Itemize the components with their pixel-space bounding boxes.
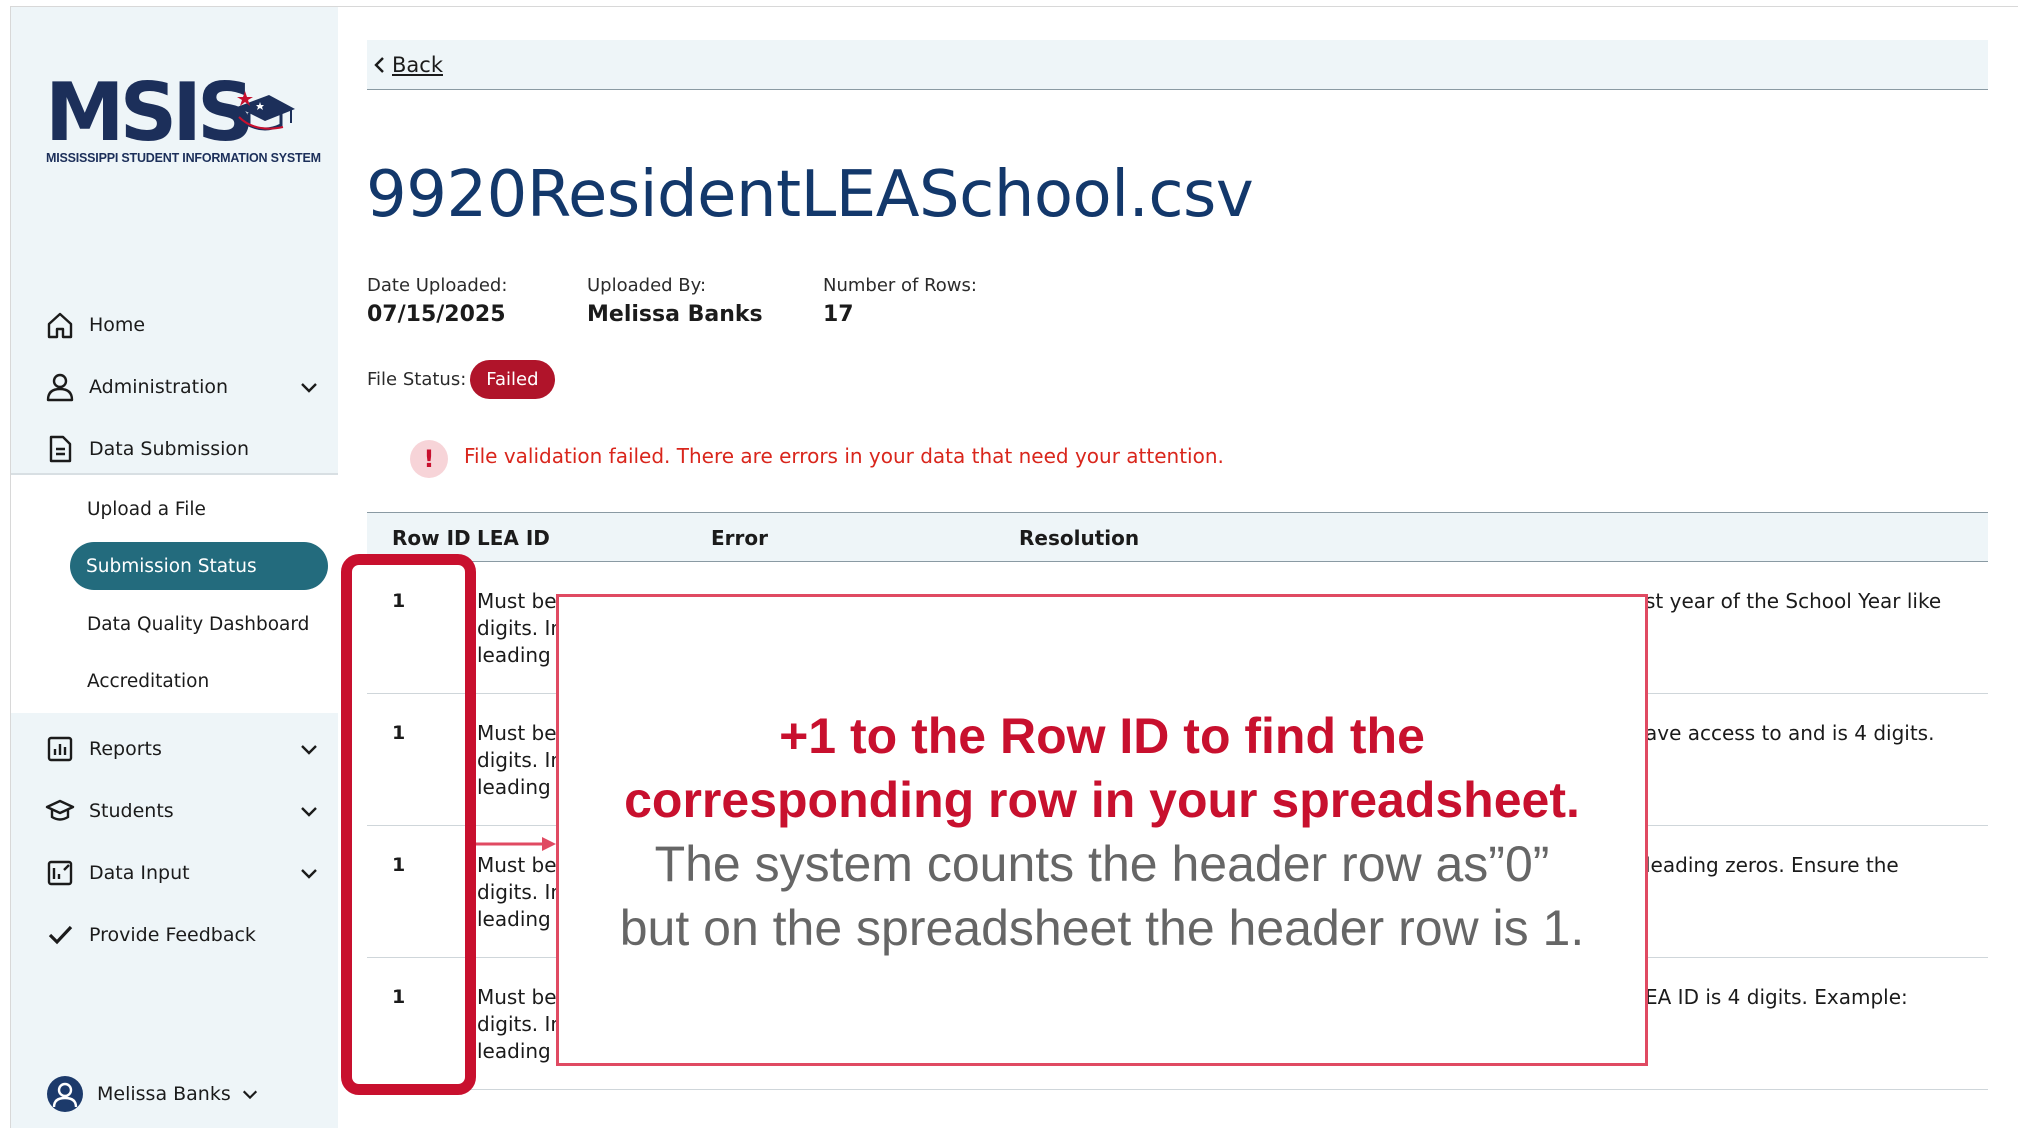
- lea-id-cell: Must be digits. In leading: [477, 852, 557, 933]
- resolution-cell: leading zeros. Ensure the: [1645, 853, 1899, 877]
- logo-wordmark: MSIS: [45, 66, 255, 159]
- meta-uploaded-by: Uploaded By: Melissa Banks: [587, 275, 763, 327]
- column-header-resolution[interactable]: Resolution: [1019, 526, 1139, 550]
- back-bar: Back: [367, 40, 1988, 90]
- person-icon: [46, 373, 74, 402]
- annotation-callout: +1 to the Row ID to find the correspondi…: [556, 594, 1648, 1066]
- cell-text: Must be: [477, 721, 557, 745]
- sidebar-item-label: Students: [89, 800, 174, 822]
- bar-chart-icon: [47, 736, 73, 762]
- checkmark-icon: [48, 925, 73, 945]
- sidebar-subitem-accreditation[interactable]: Accreditation: [71, 657, 209, 705]
- cell-text: digits. In: [477, 748, 557, 772]
- chevron-down-icon[interactable]: [299, 801, 319, 821]
- meta-value: 07/15/2025: [367, 302, 506, 327]
- meta-value: 17: [823, 302, 854, 327]
- column-header-lea-id[interactable]: LEA ID: [477, 526, 550, 550]
- lea-id-cell: Must be digits. In leading: [477, 984, 557, 1065]
- sidebar-subitem-upload-file[interactable]: Upload a File: [71, 485, 206, 533]
- sidebar-item-label: Reports: [89, 738, 162, 760]
- lea-id-cell: Must be digits. In leading: [477, 720, 557, 801]
- sidebar-item-data-input[interactable]: Data Input: [11, 847, 338, 899]
- resolution-cell: st year of the School Year like: [1645, 589, 1942, 613]
- home-icon: [47, 312, 73, 339]
- meta-date-uploaded: Date Uploaded: 07/15/2025: [367, 275, 507, 327]
- cell-text: digits. In: [477, 880, 557, 904]
- meta-label: Uploaded By:: [587, 275, 707, 296]
- sidebar-item-home[interactable]: Home: [11, 299, 338, 351]
- sidebar-item-label: Administration: [89, 376, 229, 398]
- avatar: [47, 1076, 83, 1112]
- user-avatar-icon: [52, 1082, 78, 1108]
- cell-text: leading: [477, 775, 551, 799]
- cell-text: Must be: [477, 985, 557, 1009]
- data-submission-submenu: Upload a File Submission Status Data Qua…: [11, 473, 338, 713]
- cell-text: leading: [477, 907, 551, 931]
- graduation-cap-icon: [45, 799, 75, 821]
- msis-logo[interactable]: MSIS MISSISSIPPI STUDENT INFORMATION SYS…: [45, 66, 321, 173]
- meta-value: Melissa Banks: [587, 302, 763, 327]
- cell-text: Must be: [477, 589, 557, 613]
- sidebar-subitem-submission-status[interactable]: Submission Status: [70, 542, 328, 590]
- sidebar-item-students[interactable]: Students: [11, 785, 338, 837]
- document-icon: [49, 435, 72, 463]
- meta-label: Number of Rows:: [823, 275, 977, 296]
- sidebar-item-label: Home: [89, 314, 146, 336]
- sidebar-item-administration[interactable]: Administration: [11, 361, 338, 413]
- sidebar-subitem-label: Accreditation: [87, 670, 210, 692]
- file-status-label: File Status:: [367, 369, 467, 390]
- graduation-cap-logo-icon: [237, 91, 295, 131]
- chevron-left-icon: [374, 56, 384, 73]
- sidebar-item-label: Provide Feedback: [89, 924, 256, 946]
- chevron-down-icon[interactable]: [241, 1085, 259, 1103]
- lea-id-cell: Must be digits. In leading: [477, 588, 557, 669]
- back-link-label: Back: [392, 52, 443, 77]
- chevron-down-icon[interactable]: [299, 739, 319, 759]
- meta-label: Date Uploaded:: [367, 275, 508, 296]
- exclamation-icon: !: [410, 440, 448, 478]
- sidebar-subitem-data-quality-dashboard[interactable]: Data Quality Dashboard: [71, 600, 309, 648]
- user-name: Melissa Banks: [97, 1083, 231, 1105]
- sidebar-subitem-label: Submission Status: [86, 555, 257, 577]
- sidebar-item-reports[interactable]: Reports: [11, 723, 338, 775]
- page-title: 9920ResidentLEASchool.csv: [366, 158, 1254, 232]
- row-id-highlight-box: [341, 554, 476, 1095]
- alert-message: File validation failed. There are errors…: [464, 444, 1224, 468]
- callout-line: but on the spreadsheet the header row is…: [619, 900, 1585, 956]
- cell-text: digits. In: [477, 1012, 557, 1036]
- resolution-cell: ave access to and is 4 digits.: [1645, 721, 1935, 745]
- table-header: Row ID LEA ID Error Resolution: [367, 512, 1988, 562]
- chevron-down-icon[interactable]: [299, 377, 319, 397]
- back-link[interactable]: Back: [370, 53, 443, 77]
- sidebar-item-provide-feedback[interactable]: Provide Feedback: [11, 909, 338, 961]
- sidebar: MSIS MISSISSIPPI STUDENT INFORMATION SYS…: [11, 7, 338, 1128]
- file-status: File Status: Failed: [367, 360, 555, 399]
- sidebar-item-data-submission[interactable]: Data Submission: [11, 423, 338, 475]
- sidebar-item-label: Data Submission: [89, 438, 250, 460]
- cell-text: digits. In: [477, 616, 557, 640]
- callout-line: The system counts the header row as”0”: [654, 836, 1550, 892]
- callout-line: +1 to the Row ID to find the: [779, 708, 1425, 764]
- validation-alert: ! File validation failed. There are erro…: [410, 440, 1224, 478]
- chevron-down-icon[interactable]: [299, 863, 319, 883]
- user-menu[interactable]: Melissa Banks: [47, 1075, 259, 1113]
- form-icon: [47, 860, 73, 886]
- cell-text: leading: [477, 1039, 551, 1063]
- sidebar-subitem-label: Upload a File: [87, 498, 206, 520]
- status-badge: Failed: [470, 360, 555, 399]
- sidebar-item-label: Data Input: [89, 862, 190, 884]
- column-header-row-id[interactable]: Row ID: [392, 526, 471, 550]
- meta-number-of-rows: Number of Rows: 17: [823, 275, 977, 327]
- callout-line: corresponding row in your spreadsheet.: [624, 772, 1580, 828]
- arrow-right-icon: [476, 837, 556, 851]
- logo-tagline: MISSISSIPPI STUDENT INFORMATION SYSTEM: [46, 151, 321, 165]
- resolution-cell: EA ID is 4 digits. Example:: [1645, 985, 1908, 1009]
- column-header-error[interactable]: Error: [711, 526, 768, 550]
- cell-text: Must be: [477, 853, 557, 877]
- sidebar-subitem-label: Data Quality Dashboard: [87, 613, 310, 635]
- cell-text: leading: [477, 643, 551, 667]
